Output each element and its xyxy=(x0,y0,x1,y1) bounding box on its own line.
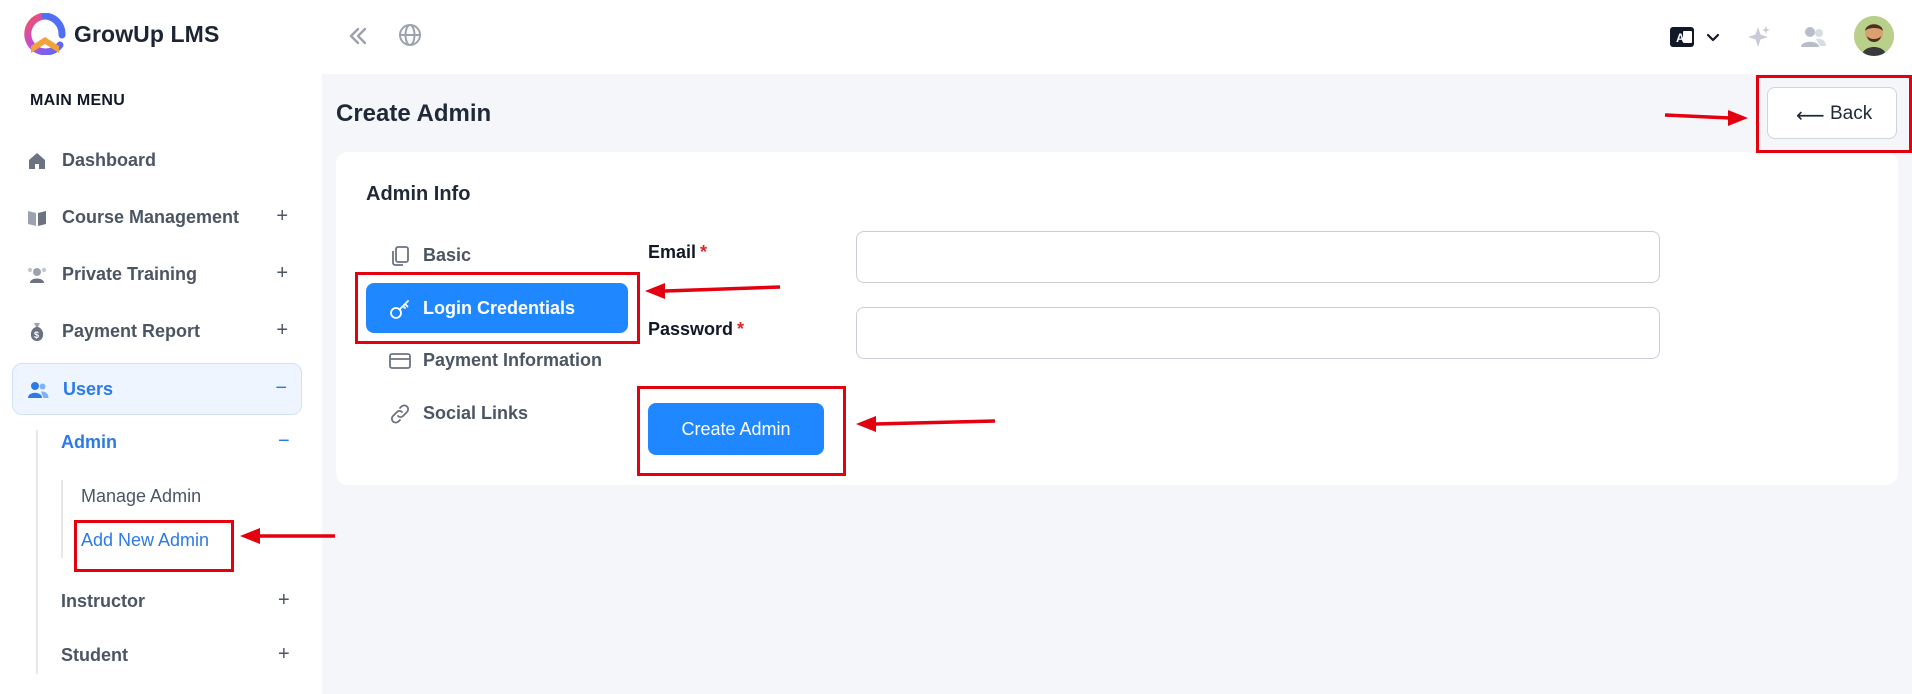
expand-icon: + xyxy=(276,262,288,284)
annotation-box-back xyxy=(1756,75,1912,153)
email-label-text: Email xyxy=(648,242,697,262)
submenu-guide-line xyxy=(61,480,63,558)
globe-icon[interactable] xyxy=(396,21,424,49)
sidebar-item-label: Dashboard xyxy=(62,150,157,170)
book-icon xyxy=(28,211,46,226)
sidebar-item-label: Private Training xyxy=(62,264,198,284)
email-field[interactable] xyxy=(856,231,1660,283)
sidebar-subitem-admin[interactable]: Admin xyxy=(61,432,117,453)
main-menu-heading: MAIN MENU xyxy=(30,92,126,109)
expand-icon: + xyxy=(276,205,288,227)
email-label: Email * xyxy=(648,242,707,263)
submenu-guide-line xyxy=(36,430,38,674)
app-title: GrowUp LMS xyxy=(74,21,220,47)
annotation-box-create-admin xyxy=(637,386,846,476)
sidebar-item-label: Payment Report xyxy=(62,321,201,341)
tab-label: Payment Information xyxy=(423,350,603,370)
sparkle-icon[interactable] xyxy=(1746,24,1772,50)
sidebar-item-course-management[interactable]: Course Management + xyxy=(12,192,302,244)
required-marker: * xyxy=(737,319,745,339)
people-icon[interactable] xyxy=(1799,24,1827,50)
password-label: Password * xyxy=(648,319,744,340)
tab-label: Basic xyxy=(423,245,472,265)
credit-card-icon xyxy=(389,353,411,369)
collapse-icon: − xyxy=(275,377,287,399)
expand-icon: + xyxy=(276,319,288,341)
language-switch-icon[interactable]: A xyxy=(1668,24,1724,50)
sidebar-subitem-manage-admin[interactable]: Manage Admin xyxy=(81,486,201,507)
annotation-box-login-credentials xyxy=(355,272,640,344)
collapse-icon[interactable]: − xyxy=(278,430,290,453)
sidebar-item-payment-report[interactable]: $ Payment Report + xyxy=(12,306,302,358)
sidebar-item-label: Course Management xyxy=(62,207,240,227)
annotation-box-add-new-admin xyxy=(74,520,234,572)
double-chevron-left-icon[interactable] xyxy=(344,22,372,50)
password-field[interactable] xyxy=(856,307,1660,359)
top-bar xyxy=(0,0,1912,74)
tab-label: Social Links xyxy=(423,403,529,423)
avatar-image xyxy=(1854,16,1894,56)
home-icon xyxy=(29,153,45,169)
page-title: Create Admin xyxy=(336,100,492,127)
copy-icon xyxy=(392,246,409,266)
sidebar-item-dashboard[interactable]: Dashboard xyxy=(12,135,302,187)
arrow-to-back-button xyxy=(1664,113,1731,120)
required-marker: * xyxy=(700,242,708,262)
card-title: Admin Info xyxy=(366,183,471,205)
users-icon xyxy=(28,382,49,398)
logo-icon xyxy=(24,13,66,55)
sidebar-item-users[interactable]: Users − xyxy=(12,363,302,415)
tab-social-links[interactable]: Social Links xyxy=(366,388,628,438)
training-icon xyxy=(27,267,47,283)
sidebar-item-private-training[interactable]: Private Training + xyxy=(12,249,302,301)
svg-text:$: $ xyxy=(34,330,39,340)
password-label-text: Password xyxy=(648,319,734,339)
sidebar-subitem-student[interactable]: Student xyxy=(61,645,128,666)
link-icon xyxy=(390,404,410,424)
sidebar-item-label: Users xyxy=(63,379,114,399)
user-avatar[interactable] xyxy=(1854,16,1894,56)
expand-icon[interactable]: + xyxy=(278,589,290,612)
money-bag-icon: $ xyxy=(30,323,44,341)
sidebar-subitem-instructor[interactable]: Instructor xyxy=(61,591,145,612)
expand-icon[interactable]: + xyxy=(278,643,290,666)
arrow-head xyxy=(1728,110,1748,126)
